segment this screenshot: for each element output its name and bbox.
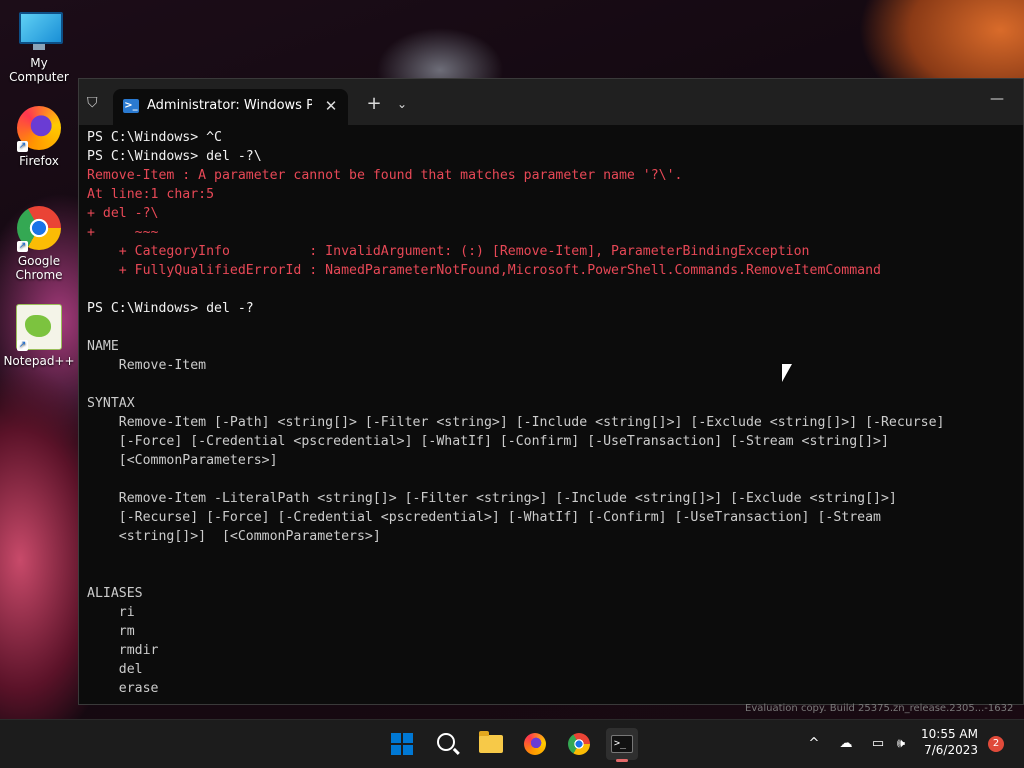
desktop-icon-my-computer[interactable]: My Computer: [1, 8, 77, 84]
console-line: PS C:\Windows> ^C: [87, 130, 222, 145]
console-line: Remove-Item [-Path] <string[]> [-Filter …: [87, 415, 945, 430]
console-line: SYNTAX: [87, 396, 135, 411]
search-button[interactable]: [431, 728, 463, 760]
desktop-icon-label: Notepad++: [3, 354, 75, 368]
tab-title: Administrator: Windows PowerShell: [147, 98, 312, 113]
shortcut-arrow-icon: ↗: [17, 241, 28, 252]
desktop-icon-chrome[interactable]: ↗ Google Chrome: [1, 206, 77, 282]
console-line: + FullyQualifiedErrorId : NamedParameter…: [87, 263, 881, 278]
evaluation-watermark: Evaluation copy. Build 25375.zn_release.…: [745, 703, 1014, 714]
terminal-window[interactable]: ⛉ >_ Administrator: Windows PowerShell ✕…: [78, 78, 1024, 705]
chrome-icon: ↗: [17, 206, 61, 252]
console-line: [-Force] [-Credential <pscredential>] [-…: [87, 434, 889, 449]
search-icon: [437, 733, 455, 751]
terminal-taskbar-button[interactable]: >_: [606, 728, 638, 762]
console-line: [<CommonParameters>]: [87, 453, 278, 468]
console-line: ALIASES: [87, 586, 143, 601]
new-tab-button[interactable]: +: [363, 93, 385, 115]
firefox-taskbar-button[interactable]: [519, 728, 551, 760]
console-line: erase: [87, 681, 159, 696]
powershell-icon: >_: [123, 99, 139, 113]
console-line: PS C:\Windows> del -?\: [87, 149, 262, 164]
console-line: At line:1 char:5: [87, 187, 215, 202]
clock-time: 10:55 AM: [921, 727, 978, 741]
network-icon[interactable]: ▭: [868, 734, 888, 754]
folder-icon: [479, 731, 503, 753]
tab-powershell[interactable]: >_ Administrator: Windows PowerShell ✕: [113, 89, 348, 125]
console-output[interactable]: PS C:\Windows> ^C PS C:\Windows> del -?\ R…: [87, 128, 1023, 704]
mouse-cursor-icon: [782, 364, 792, 382]
console-line: [-Recurse] [-Force] [-Credential <pscred…: [87, 510, 881, 525]
tray-chevron-up-icon[interactable]: ^: [806, 734, 822, 754]
title-bar[interactable]: ⛉ >_ Administrator: Windows PowerShell ✕…: [79, 79, 1023, 125]
shortcut-arrow-icon: ↗: [17, 340, 28, 351]
chevron-down-icon[interactable]: ⌄: [393, 93, 411, 115]
file-explorer-button[interactable]: [475, 728, 507, 760]
console-line: ri: [87, 605, 135, 620]
console-line: PS C:\Windows> del -?: [87, 301, 254, 316]
windows-logo-icon: [391, 733, 413, 755]
console-line: NAME: [87, 339, 119, 354]
console-line: Remove-Item -LiteralPath <string[]> [-Fi…: [87, 491, 897, 506]
desktop-icon-notepadpp[interactable]: ↗ Notepad++: [1, 304, 77, 368]
console-line: Remove-Item : A parameter cannot be foun…: [87, 168, 683, 183]
console-line: Remove-Item: [87, 358, 207, 373]
chrome-taskbar-button[interactable]: [563, 728, 595, 760]
desktop-icon-label: Firefox: [19, 154, 59, 168]
firefox-icon: [524, 733, 546, 755]
console-line: + del -?\: [87, 206, 159, 221]
desktop-icon-label: Google Chrome: [15, 254, 63, 282]
console-line: del: [87, 662, 143, 677]
start-button[interactable]: [386, 728, 418, 760]
notepadpp-icon: ↗: [16, 304, 62, 351]
clock[interactable]: 10:55 AM 7/6/2023: [921, 726, 978, 758]
console-line: + CategoryInfo : InvalidArgument: (:) [R…: [87, 244, 810, 259]
minimize-button[interactable]: —: [985, 89, 1009, 109]
terminal-icon: >_: [611, 735, 633, 753]
volume-icon[interactable]: 🕪: [892, 734, 910, 754]
firefox-icon: ↗: [17, 106, 61, 152]
close-tab-button[interactable]: ✕: [322, 97, 340, 115]
console-line: <string[]>] [<CommonParameters>]: [87, 529, 381, 544]
taskbar: >_ ^ ☁ ▭ 🕪 10:55 AM 7/6/2023 2: [0, 719, 1024, 768]
desktop-icon-label: My Computer: [9, 56, 69, 84]
active-indicator: [616, 759, 628, 762]
console-line: rm: [87, 624, 135, 639]
computer-icon: [17, 8, 63, 52]
cloud-offline-icon[interactable]: ☁: [836, 734, 856, 754]
console-line: + ~~~: [87, 225, 159, 240]
shortcut-arrow-icon: ↗: [17, 141, 28, 152]
chrome-icon: [568, 733, 590, 755]
console-line: rmdir: [87, 643, 159, 658]
clock-date: 7/6/2023: [924, 743, 978, 757]
notification-badge[interactable]: 2: [988, 736, 1004, 752]
desktop-icon-firefox[interactable]: ↗ Firefox: [1, 106, 77, 168]
shield-icon: ⛉: [87, 95, 98, 111]
